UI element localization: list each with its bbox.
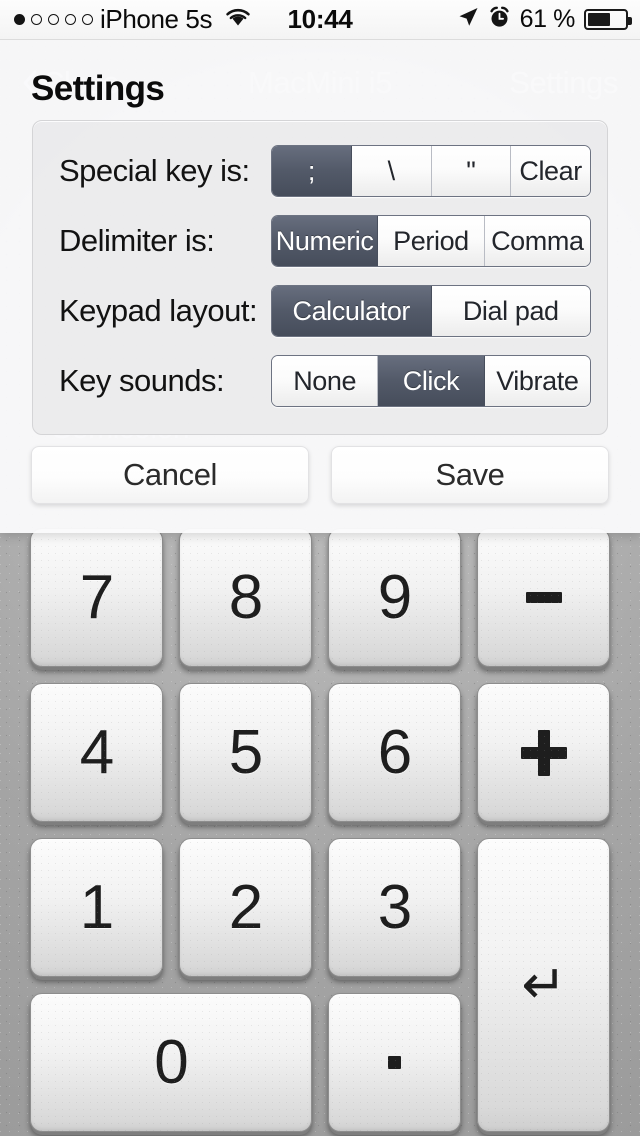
- key-enter[interactable]: ↵: [477, 838, 610, 1132]
- segment-special-key-0[interactable]: ;: [272, 146, 352, 196]
- segmented-control-key-sounds[interactable]: None Click Vibrate: [271, 355, 591, 407]
- segment-key-sounds-0[interactable]: None: [272, 356, 379, 406]
- location-arrow-icon: [457, 6, 479, 33]
- status-bar: iPhone 5s 10:44 61 %: [0, 0, 640, 40]
- return-arrow-icon: ↵: [521, 955, 566, 1015]
- segment-delimiter-1[interactable]: Period: [378, 216, 485, 266]
- key-minus[interactable]: [477, 528, 610, 667]
- save-button[interactable]: Save: [331, 446, 609, 504]
- settings-label-delimiter: Delimiter is:: [59, 223, 215, 258]
- segment-delimiter-2[interactable]: Comma: [484, 216, 590, 266]
- battery-icon: [584, 9, 632, 30]
- segment-delimiter-0[interactable]: Numeric: [272, 216, 379, 266]
- settings-row-keypad-layout: Keypad layout: Calculator Dial pad: [33, 276, 607, 346]
- settings-row-key-sounds: Key sounds: None Click Vibrate: [33, 346, 607, 416]
- key-5[interactable]: 5: [179, 683, 312, 822]
- settings-label-special-key: Special key is:: [59, 153, 250, 188]
- key-2[interactable]: 2: [179, 838, 312, 977]
- key-4[interactable]: 4: [30, 683, 163, 822]
- key-7[interactable]: 7: [30, 528, 163, 667]
- segment-key-sounds-2[interactable]: Vibrate: [484, 356, 590, 406]
- keypad-grid: 7 8 9 4 5 6 1 2 3 ↵ 0: [30, 528, 610, 1132]
- decimal-point-icon: [388, 1056, 401, 1069]
- segment-special-key-3[interactable]: Clear: [511, 146, 590, 196]
- settings-overlay-sheet: Settings Special key is:; \ " Clear Delimite…: [0, 40, 640, 533]
- minus-icon: [525, 592, 562, 603]
- app-screen: 789456123↵0 Close MacMini i5 Settings Se…: [0, 0, 640, 1136]
- plus-icon: [520, 729, 567, 776]
- settings-panel: Special key is:; \ " Clear Delimiter is: Nume…: [32, 120, 608, 435]
- cancel-button[interactable]: Cancel: [31, 446, 309, 504]
- settings-row-special-key: Special key is:; \ " Clear: [33, 136, 607, 206]
- segment-keypad-layout-0[interactable]: Calculator: [272, 286, 432, 336]
- segment-special-key-2[interactable]: ": [431, 146, 512, 196]
- segment-special-key-1[interactable]: \: [351, 146, 432, 196]
- dialog-actions: Cancel Save: [0, 446, 640, 504]
- key-9[interactable]: 9: [328, 528, 461, 667]
- alarm-clock-icon: [488, 6, 511, 34]
- key-6[interactable]: 6: [328, 683, 461, 822]
- battery-percentage-label: 61 %: [519, 5, 576, 33]
- key-3[interactable]: 3: [328, 838, 461, 977]
- page-title: Settings: [31, 69, 165, 108]
- segmented-control-special-key[interactable]: ; \ " Clear: [271, 145, 591, 197]
- key-0[interactable]: 0: [30, 993, 312, 1132]
- segmented-control-delimiter[interactable]: Numeric Period Comma: [271, 215, 591, 267]
- segment-key-sounds-1[interactable]: Click: [378, 356, 485, 406]
- key-1[interactable]: 1: [30, 838, 163, 977]
- key-decimal[interactable]: [328, 993, 461, 1132]
- settings-label-keypad-layout: Keypad layout:: [59, 293, 258, 328]
- settings-label-key-sounds: Key sounds:: [59, 363, 225, 398]
- segment-keypad-layout-1[interactable]: Dial pad: [431, 286, 590, 336]
- key-8[interactable]: 8: [179, 528, 312, 667]
- status-bar-right: 61 %: [457, 5, 632, 34]
- settings-row-delimiter: Delimiter is: Numeric Period Comma: [33, 206, 607, 276]
- key-plus[interactable]: [477, 683, 610, 822]
- segmented-control-keypad-layout[interactable]: Calculator Dial pad: [271, 285, 591, 337]
